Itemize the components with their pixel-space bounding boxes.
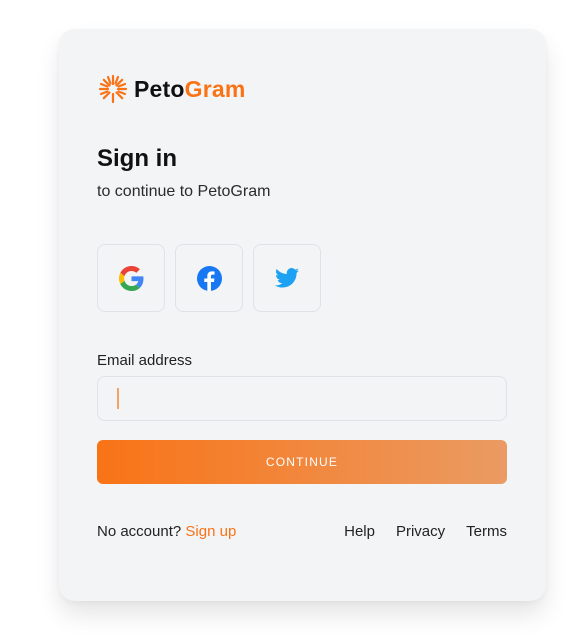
- facebook-icon: [196, 265, 222, 291]
- brand-name: PetoGram: [134, 76, 246, 103]
- orange-sunburst-icon: [97, 73, 129, 105]
- page-title: Sign in: [97, 145, 177, 172]
- brand-name-part2: Gram: [184, 75, 246, 102]
- brand-name-part1: Peto: [134, 75, 185, 102]
- brand-logo-lockup: PetoGram: [97, 72, 246, 106]
- google-sign-in-button[interactable]: [97, 244, 165, 312]
- no-account-prompt: No account? Sign up: [97, 523, 236, 540]
- twitter-icon: [275, 268, 299, 288]
- twitter-sign-in-button[interactable]: [253, 244, 321, 312]
- facebook-sign-in-button[interactable]: [175, 244, 243, 312]
- email-label: Email address: [97, 352, 193, 369]
- sign-up-link[interactable]: Sign up: [185, 523, 236, 540]
- terms-link[interactable]: Terms: [466, 523, 507, 540]
- email-input[interactable]: [97, 376, 507, 421]
- continue-button[interactable]: CONTINUE: [97, 440, 507, 484]
- footer-links: Help Privacy Terms: [344, 523, 507, 540]
- page-subtitle: to continue to PetoGram: [97, 183, 271, 200]
- sign-in-card: PetoGram Sign in to continue to PetoGram…: [59, 29, 546, 601]
- google-icon: [118, 265, 143, 291]
- help-link[interactable]: Help: [344, 523, 375, 540]
- privacy-link[interactable]: Privacy: [396, 523, 445, 540]
- no-account-text: No account?: [97, 523, 182, 540]
- text-cursor: [117, 388, 119, 409]
- social-login-row: [97, 244, 321, 312]
